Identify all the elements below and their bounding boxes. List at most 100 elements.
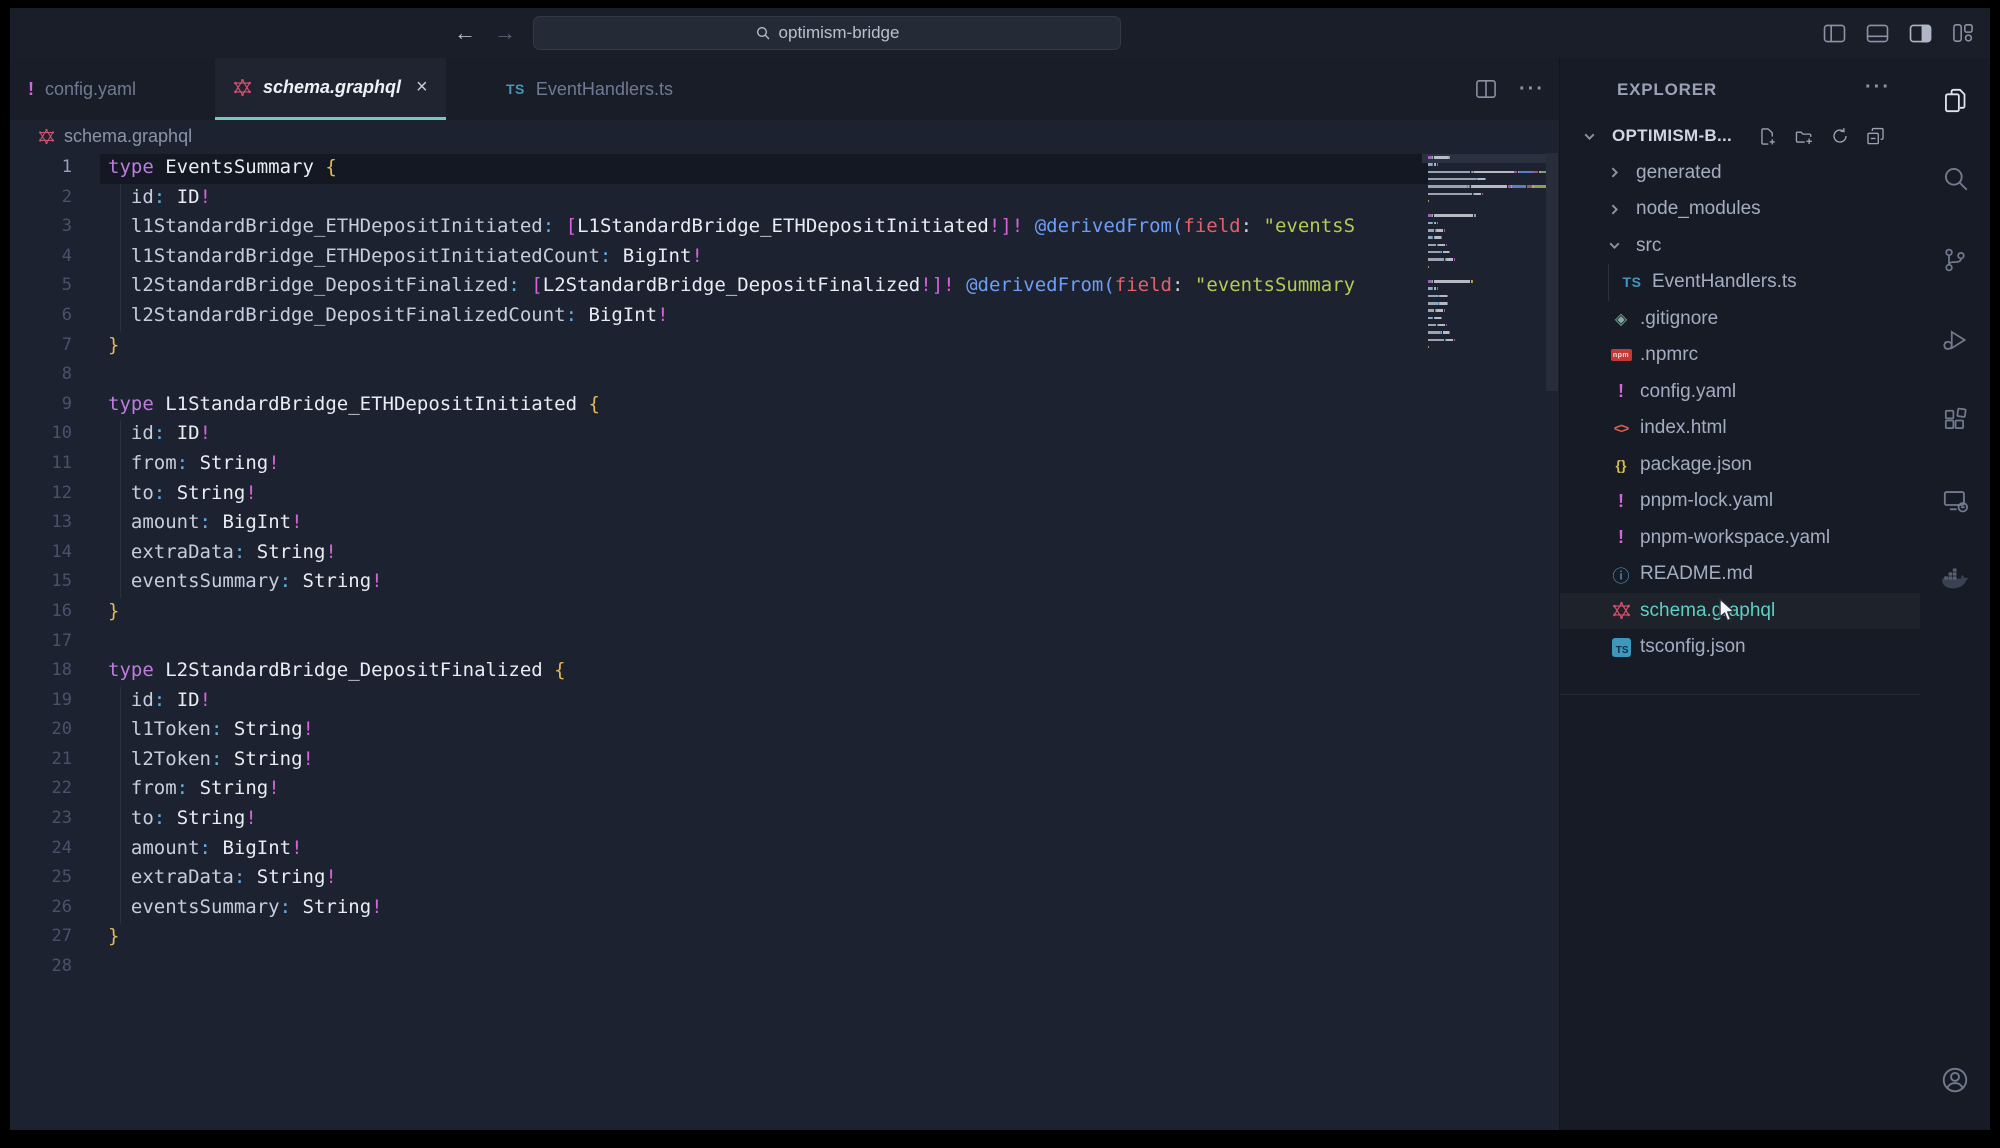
- tree-item-label: schema.graphql: [1640, 600, 1775, 622]
- close-tab-icon[interactable]: ×: [416, 76, 428, 99]
- tab-eventhandlers-ts[interactable]: TS EventHandlers.ts: [488, 58, 691, 120]
- code-text: l1Token: String!: [72, 715, 314, 745]
- editor-scrollbar[interactable]: [1546, 153, 1558, 391]
- code-line-2[interactable]: 2 id: ID!: [10, 183, 1559, 213]
- tree-item-label: .npmrc: [1640, 344, 1698, 366]
- code-line-23[interactable]: 23 to: String!: [10, 804, 1559, 834]
- customize-layout-icon[interactable]: [1950, 21, 1976, 45]
- tree-item-tsconfig-json[interactable]: TStsconfig.json: [1560, 629, 1920, 666]
- code-line-9[interactable]: 9type L1StandardBridge_ETHDepositInitiat…: [10, 390, 1559, 420]
- line-number: 16: [10, 597, 72, 627]
- code-line-13[interactable]: 13 amount: BigInt!: [10, 508, 1559, 538]
- tree-item-label: README.md: [1640, 563, 1753, 585]
- new-folder-icon[interactable]: [1794, 127, 1814, 146]
- code-line-24[interactable]: 24 amount: BigInt!: [10, 834, 1559, 864]
- split-editor-icon[interactable]: [1475, 79, 1497, 99]
- code-line-14[interactable]: 14 extraData: String!: [10, 538, 1559, 568]
- yaml-bang-icon: !: [1610, 490, 1632, 512]
- run-debug-activity-icon[interactable]: [1920, 314, 1990, 366]
- search-activity-icon[interactable]: [1920, 152, 1990, 204]
- tree-item-schema-graphql[interactable]: schema.graphql: [1560, 593, 1920, 630]
- tab-schema-graphql[interactable]: schema.graphql ×: [215, 58, 446, 120]
- breadcrumb[interactable]: schema.graphql: [10, 120, 1559, 153]
- forward-arrow-icon[interactable]: →: [490, 18, 520, 48]
- code-line-12[interactable]: 12 to: String!: [10, 479, 1559, 509]
- tree-item-label: tsconfig.json: [1640, 636, 1746, 658]
- code-text: [72, 360, 108, 390]
- project-root-row[interactable]: OPTIMISM-B...: [1560, 118, 1920, 155]
- code-line-28[interactable]: 28: [10, 952, 1559, 982]
- line-number: 2: [10, 183, 72, 213]
- explorer-activity-icon[interactable]: [1920, 74, 1990, 126]
- tree-item-pnpm-workspace-yaml[interactable]: !pnpm-workspace.yaml: [1560, 520, 1920, 557]
- remote-explorer-activity-icon[interactable]: [1920, 474, 1990, 526]
- line-number: 4: [10, 242, 72, 272]
- line-number: 1: [10, 153, 72, 183]
- code-line-15[interactable]: 15 eventsSummary: String!: [10, 567, 1559, 597]
- code-line-20[interactable]: 20 l1Token: String!: [10, 715, 1559, 745]
- code-editor[interactable]: 1type EventsSummary {2 id: ID!3 l1Standa…: [10, 153, 1559, 1130]
- line-number: 25: [10, 863, 72, 893]
- refresh-icon[interactable]: [1831, 127, 1849, 145]
- back-arrow-icon[interactable]: ←: [450, 18, 480, 48]
- code-line-18[interactable]: 18type L2StandardBridge_DepositFinalized…: [10, 656, 1559, 686]
- code-text: from: String!: [72, 449, 280, 479]
- tree-item-label: node_modules: [1636, 198, 1761, 220]
- code-line-4[interactable]: 4 l1StandardBridge_ETHDepositInitiatedCo…: [10, 242, 1559, 272]
- code-line-11[interactable]: 11 from: String!: [10, 449, 1559, 479]
- command-center-search[interactable]: optimism-bridge: [533, 16, 1121, 50]
- code-line-3[interactable]: 3 l1StandardBridge_ETHDepositInitiated: …: [10, 212, 1559, 242]
- code-text: extraData: String!: [72, 538, 337, 568]
- account-activity-icon[interactable]: [1920, 1054, 1990, 1106]
- code-text: extraData: String!: [72, 863, 337, 893]
- code-line-1[interactable]: 1type EventsSummary {: [10, 153, 1559, 183]
- code-line-5[interactable]: 5 l2StandardBridge_DepositFinalized: [L2…: [10, 271, 1559, 301]
- docker-activity-icon[interactable]: [1920, 552, 1990, 604]
- code-line-10[interactable]: 10 id: ID!: [10, 419, 1559, 449]
- code-line-27[interactable]: 27}: [10, 922, 1559, 952]
- extensions-activity-icon[interactable]: [1920, 394, 1990, 446]
- code-text: [72, 952, 108, 982]
- collapse-all-icon[interactable]: [1866, 127, 1885, 146]
- line-number: 12: [10, 479, 72, 509]
- tab-label: EventHandlers.ts: [536, 79, 673, 100]
- code-line-8[interactable]: 8: [10, 360, 1559, 390]
- tree-item-package-json[interactable]: {}package.json: [1560, 447, 1920, 484]
- code-text: amount: BigInt!: [72, 508, 303, 538]
- code-line-21[interactable]: 21 l2Token: String!: [10, 745, 1559, 775]
- tree-item-node-modules[interactable]: node_modules: [1560, 191, 1920, 228]
- line-number: 10: [10, 419, 72, 449]
- ts-letters-icon: TS: [1621, 271, 1643, 293]
- tree-item-pnpm-lock-yaml[interactable]: !pnpm-lock.yaml: [1560, 483, 1920, 520]
- tree-item-index-html[interactable]: <>index.html: [1560, 410, 1920, 447]
- tree-item-config-yaml[interactable]: !config.yaml: [1560, 374, 1920, 411]
- code-line-16[interactable]: 16}: [10, 597, 1559, 627]
- tree-item--npmrc[interactable]: npm.npmrc: [1560, 337, 1920, 374]
- tree-item-readme-md[interactable]: ⓘREADME.md: [1560, 556, 1920, 593]
- breadcrumb-item: schema.graphql: [64, 126, 192, 147]
- minimap[interactable]: [1428, 156, 1548, 371]
- tab-config-yaml[interactable]: ! config.yaml: [10, 58, 154, 120]
- code-line-26[interactable]: 26 eventsSummary: String!: [10, 893, 1559, 923]
- more-actions-icon[interactable]: ···: [1519, 78, 1545, 101]
- code-line-22[interactable]: 22 from: String!: [10, 774, 1559, 804]
- code-text: id: ID!: [72, 183, 211, 213]
- toggle-left-sidebar-icon[interactable]: [1821, 21, 1847, 45]
- tree-item-label: index.html: [1640, 417, 1727, 439]
- explorer-more-icon[interactable]: ···: [1865, 76, 1891, 99]
- tree-item-generated[interactable]: generated: [1560, 155, 1920, 192]
- code-line-7[interactable]: 7}: [10, 331, 1559, 361]
- code-line-6[interactable]: 6 l2StandardBridge_DepositFinalizedCount…: [10, 301, 1559, 331]
- source-control-activity-icon[interactable]: [1920, 234, 1990, 286]
- toggle-bottom-panel-icon[interactable]: [1864, 21, 1890, 45]
- code-line-17[interactable]: 17: [10, 627, 1559, 657]
- tree-item-eventhandlers-ts[interactable]: TSEventHandlers.ts: [1560, 264, 1920, 301]
- new-file-icon[interactable]: [1758, 127, 1777, 146]
- code-line-25[interactable]: 25 extraData: String!: [10, 863, 1559, 893]
- toggle-right-sidebar-icon[interactable]: [1907, 21, 1933, 45]
- tree-item-src[interactable]: src: [1560, 228, 1920, 265]
- line-number: 18: [10, 656, 72, 686]
- code-line-19[interactable]: 19 id: ID!: [10, 686, 1559, 716]
- tree-item-label: package.json: [1640, 454, 1752, 476]
- tree-item--gitignore[interactable]: ◈.gitignore: [1560, 301, 1920, 338]
